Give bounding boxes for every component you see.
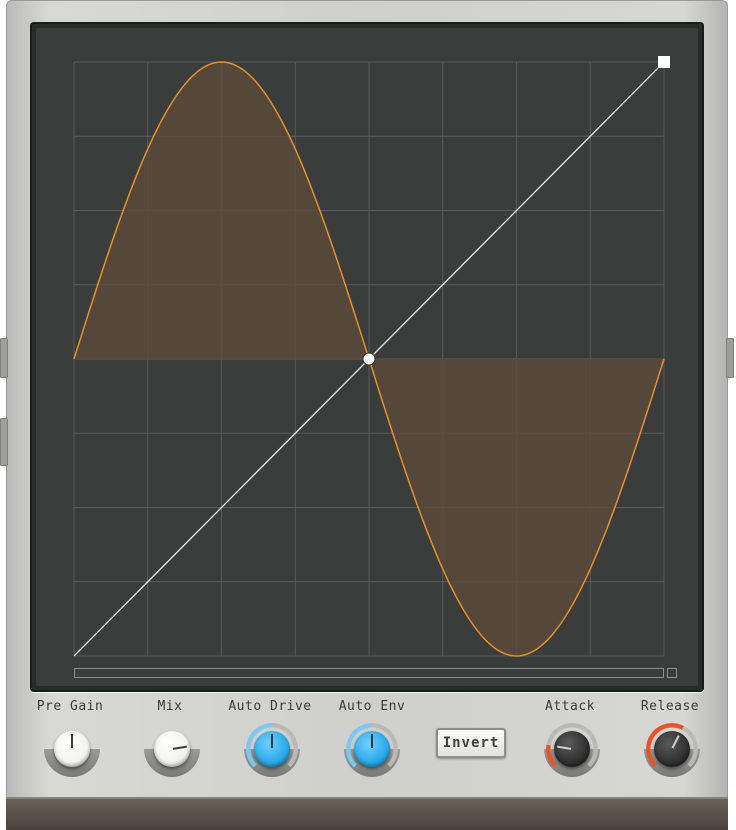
attack-label: Attack bbox=[545, 699, 595, 714]
knob-pointer bbox=[371, 734, 373, 748]
auto-env-knob[interactable] bbox=[342, 719, 402, 779]
scrollbar-end-button[interactable] bbox=[667, 668, 677, 678]
auto-drive-knob[interactable] bbox=[242, 719, 302, 779]
invert-button[interactable]: Invert bbox=[436, 728, 506, 758]
transfer-curve-graph[interactable] bbox=[0, 0, 736, 700]
release-label: Release bbox=[640, 699, 700, 714]
knob-pointer bbox=[71, 734, 73, 748]
knob-pointer bbox=[271, 734, 273, 748]
knob-pointer bbox=[172, 745, 187, 750]
pre-gain-knob[interactable] bbox=[42, 719, 102, 779]
mix-knob[interactable] bbox=[142, 719, 202, 779]
knob-icon[interactable] bbox=[254, 731, 290, 767]
knob-icon[interactable] bbox=[54, 731, 90, 767]
panel-footer bbox=[6, 797, 728, 830]
attack-knob[interactable] bbox=[542, 719, 602, 779]
knob-icon[interactable] bbox=[554, 731, 590, 767]
curve-end-handle[interactable] bbox=[658, 56, 670, 68]
knob-icon[interactable] bbox=[354, 731, 390, 767]
knob-icon[interactable] bbox=[154, 731, 190, 767]
release-knob[interactable] bbox=[642, 719, 702, 779]
knob-icon[interactable] bbox=[654, 731, 690, 767]
auto-drive-label: Auto Drive bbox=[228, 699, 312, 714]
auto-env-label: Auto Env bbox=[338, 699, 406, 714]
pre-gain-label: Pre Gain bbox=[36, 699, 104, 714]
knob-pointer bbox=[671, 735, 680, 749]
knob-pointer bbox=[557, 745, 572, 750]
control-strip: Pre Gain Mix Auto Drive Auto Env Invert … bbox=[0, 695, 736, 795]
curve-center-handle[interactable] bbox=[362, 352, 376, 366]
graph-scrollbar[interactable] bbox=[74, 668, 664, 678]
mix-label: Mix bbox=[157, 699, 183, 714]
